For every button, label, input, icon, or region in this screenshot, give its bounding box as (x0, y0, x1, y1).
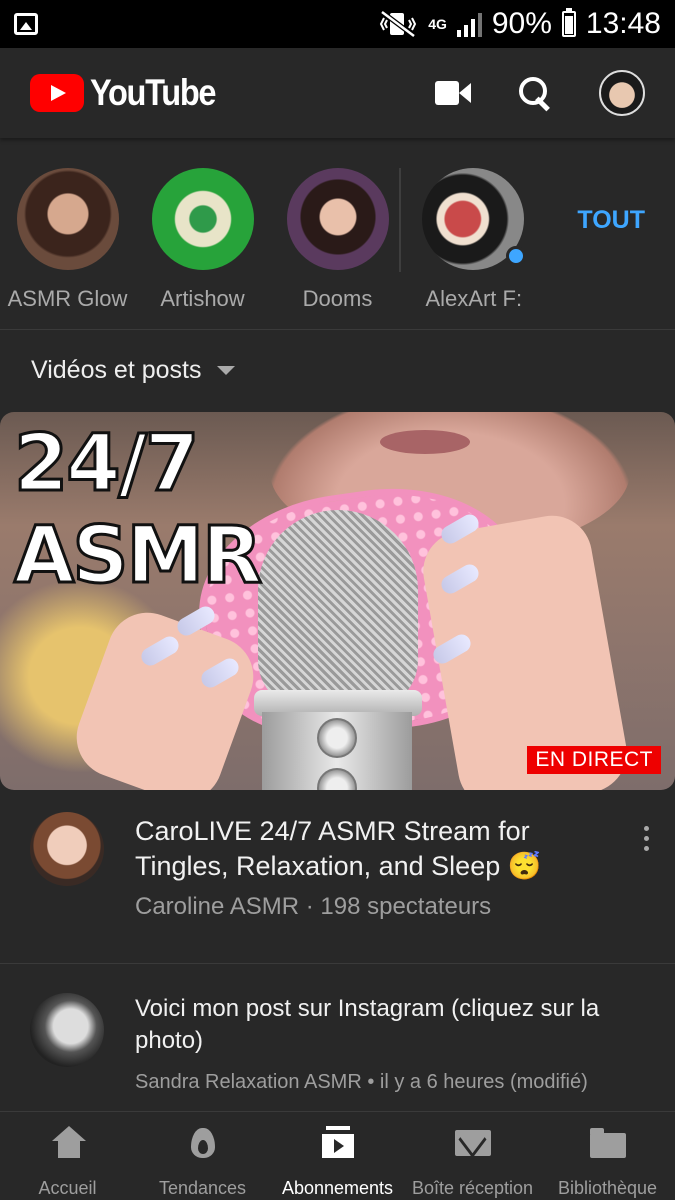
channel-avatar (421, 168, 526, 270)
subscriptions-icon (320, 1126, 356, 1160)
content-filter-dropdown[interactable]: Vidéos et posts (0, 330, 675, 410)
nav-label: Boîte réception (411, 1178, 534, 1198)
channel-avatar (286, 168, 389, 270)
filter-label: Vidéos et posts (31, 355, 202, 384)
video-thumbnail[interactable]: 24/7 ASMR EN DIRECT (0, 412, 675, 790)
video-details[interactable]: CaroLIVE 24/7 ASMR Stream for Tingles, R… (0, 790, 675, 964)
youtube-logo[interactable]: YouTube (30, 72, 435, 114)
nav-item-subscriptions[interactable]: Abonnements (270, 1112, 405, 1200)
community-post[interactable]: Voici mon post sur Instagram (cliquez su… (0, 965, 675, 1111)
thumbnail-knob (317, 768, 357, 790)
channel-avatar[interactable] (30, 993, 104, 1067)
thumbnail-microphone-body (262, 712, 412, 790)
channel-label: ASMR Glow (7, 286, 128, 311)
new-content-dot-icon (505, 246, 526, 266)
channel-avatar (16, 168, 119, 270)
upload-video-camera-icon[interactable] (435, 81, 471, 105)
nav-item-library[interactable]: Bibliothèque (540, 1112, 675, 1200)
thumbnail-lips (380, 430, 470, 454)
channel-item-asmr-glow[interactable]: ASMR Glow (0, 168, 135, 329)
live-badge: EN DIRECT (527, 746, 661, 774)
channel-item-dooms[interactable]: Dooms (270, 168, 405, 329)
all-channels-button[interactable]: TOUT (577, 206, 645, 235)
subscribed-channels-row: ASMR Glow Artishow Dooms AlexArt F: TOUT (0, 138, 675, 330)
dropdown-caret-icon (217, 365, 236, 375)
thumbnail-text-line-1: 24/7 (12, 418, 200, 511)
video-meta: Caroline ASMR · 198 spectateurs (135, 893, 492, 920)
nav-label: Tendances (158, 1178, 247, 1198)
channel-item-artishow[interactable]: Artishow (135, 168, 270, 329)
home-icon (50, 1126, 86, 1160)
channel-label: AlexArt F: (425, 286, 523, 311)
battery-icon (561, 8, 576, 37)
bottom-navigation: Accueil Tendances Abonnements Boîte réce… (0, 1111, 675, 1200)
channel-label: Dooms (302, 286, 373, 311)
mail-icon (454, 1126, 491, 1160)
mute-vibrate-icon (380, 10, 417, 38)
nav-label: Bibliothèque (557, 1178, 658, 1198)
channel-label: Artishow (160, 286, 245, 311)
channel-avatar (151, 168, 254, 270)
youtube-logo-text: YouTube (90, 72, 217, 113)
battery-percentage: 90% (491, 7, 552, 40)
search-icon[interactable] (517, 75, 553, 111)
post-text: Voici mon post sur Instagram (cliquez su… (135, 995, 600, 1054)
nav-label: Abonnements (281, 1178, 394, 1198)
gallery-notification-icon (14, 13, 38, 35)
folder-icon (589, 1126, 626, 1160)
nav-label: Accueil (38, 1178, 97, 1198)
status-bar: 4G 90% 13:48 (0, 0, 675, 48)
nav-item-inbox[interactable]: Boîte réception (405, 1112, 540, 1200)
divider (399, 168, 401, 272)
channel-item-alexart[interactable]: AlexArt F: (405, 168, 540, 329)
youtube-play-logo-icon (30, 74, 84, 112)
clock: 13:48 (585, 7, 661, 40)
fire-icon (185, 1126, 221, 1160)
nav-item-trending[interactable]: Tendances (135, 1112, 270, 1200)
thumbnail-title-text: 24/7 ASMR (12, 418, 263, 603)
post-meta: Sandra Relaxation ASMR • il y a 6 heures… (135, 1071, 588, 1093)
more-options-icon[interactable] (644, 826, 649, 851)
channel-avatar[interactable] (30, 812, 104, 886)
signal-strength-icon (456, 11, 482, 37)
network-type-label: 4G (428, 16, 447, 32)
account-avatar[interactable] (599, 70, 645, 116)
app-bar: YouTube (0, 48, 675, 138)
thumbnail-knob (317, 718, 357, 758)
thumbnail-microphone-grille (258, 510, 418, 710)
video-title[interactable]: CaroLIVE 24/7 ASMR Stream for Tingles, R… (135, 814, 605, 884)
nav-item-home[interactable]: Accueil (0, 1112, 135, 1200)
thumbnail-text-line-2: ASMR (12, 510, 263, 603)
